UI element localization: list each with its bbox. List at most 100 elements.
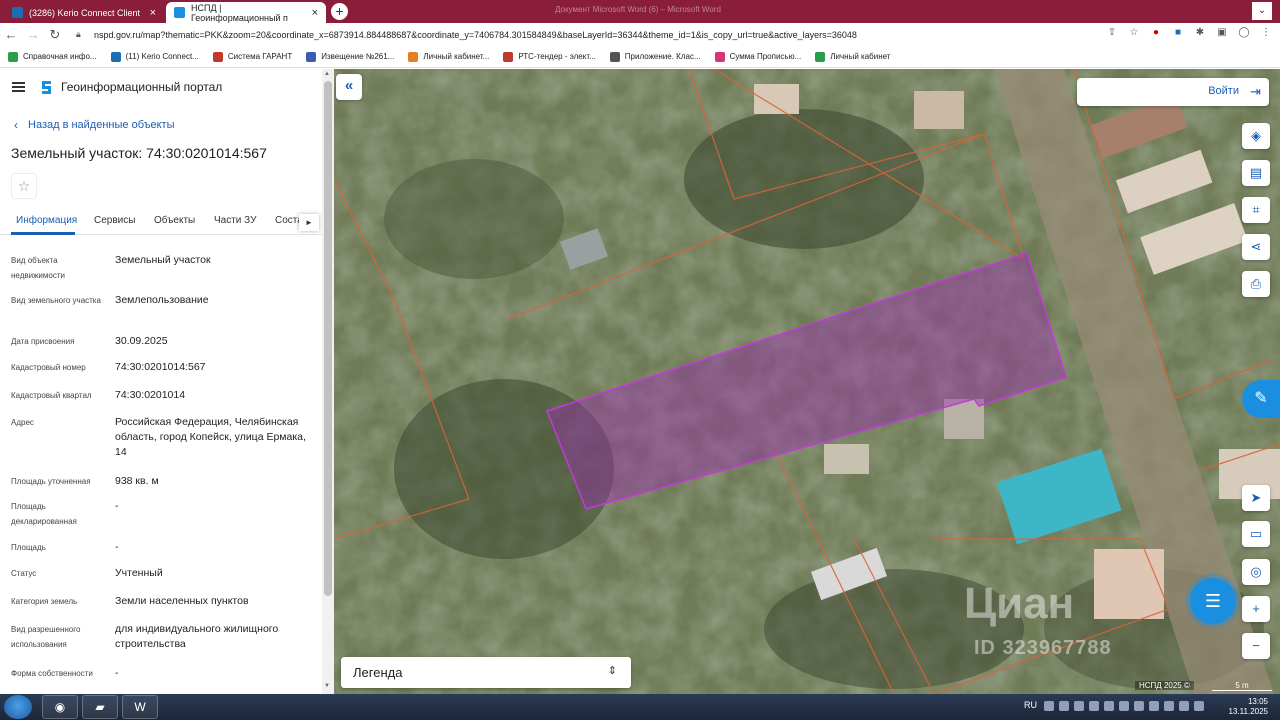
tray-icon[interactable] bbox=[1044, 701, 1054, 711]
tray-icon[interactable] bbox=[1134, 701, 1144, 711]
favorite-star-button[interactable]: ☆ bbox=[11, 173, 37, 199]
chrome-taskbar-icon[interactable]: ◉ bbox=[42, 695, 78, 719]
field-value: 74:30:0201014 bbox=[115, 389, 186, 401]
new-tab-button[interactable]: + bbox=[331, 3, 348, 20]
profile-icon[interactable]: ◯ bbox=[1238, 27, 1250, 39]
back-label: Назад в найденные объекты bbox=[28, 119, 175, 131]
menu-dots-icon[interactable]: ⋮ bbox=[1260, 27, 1272, 39]
zoom-to-point-icon[interactable]: ◎ bbox=[1242, 559, 1270, 585]
tray-icon[interactable] bbox=[1149, 701, 1159, 711]
tab-kerio[interactable]: (3286) Kerio Connect Client × bbox=[4, 2, 164, 23]
chat-button[interactable]: ☰ bbox=[1190, 578, 1236, 624]
bookmark-favicon-icon bbox=[306, 51, 317, 62]
tab-parts[interactable]: Части ЗУ bbox=[214, 215, 256, 226]
login-label: Войти bbox=[1208, 85, 1239, 97]
tray-icon[interactable] bbox=[1059, 701, 1069, 711]
info-tabs: Информация Сервисы Объекты Части ЗУ Сост… bbox=[0, 209, 322, 235]
bookmark-item[interactable]: Приложение. Клас... bbox=[609, 51, 701, 62]
bookmark-item[interactable]: Личный кабинет... bbox=[408, 51, 489, 62]
bookmark-item[interactable]: Система ГАРАНТ bbox=[212, 51, 293, 62]
reload-icon[interactable]: ↻ bbox=[44, 27, 66, 43]
ruler-icon[interactable]: ▤ bbox=[1242, 160, 1270, 186]
tray-icon[interactable] bbox=[1119, 701, 1129, 711]
bookmark-item[interactable]: Сумма Прописью... bbox=[714, 51, 801, 62]
bookmark-favicon-icon bbox=[110, 51, 121, 62]
window-title: Документ Microsoft Word (6) – Microsoft … bbox=[555, 5, 721, 14]
bookmarks-bar: Справочная инфо... (11) Kerio Connect... С… bbox=[0, 46, 1280, 68]
collapse-panel-button[interactable]: « bbox=[336, 74, 362, 100]
nspd-icon bbox=[174, 7, 185, 18]
bookmark-item[interactable]: РТС-тендер - элект... bbox=[503, 51, 596, 62]
bookmark-favicon-icon bbox=[212, 51, 223, 62]
zoom-in-button[interactable]: + bbox=[1242, 596, 1270, 622]
select-area-icon[interactable]: ⌗ bbox=[1242, 197, 1270, 223]
forward-arrow-icon[interactable]: → bbox=[22, 27, 44, 42]
clock[interactable]: 13:05 13.11.2025 bbox=[1229, 697, 1268, 717]
sidebar-icon[interactable]: ▣ bbox=[1216, 27, 1228, 39]
back-arrow-icon[interactable]: ← bbox=[0, 27, 22, 42]
scroll-up-arrow-icon[interactable]: ▲ bbox=[324, 71, 330, 77]
tray-icon[interactable] bbox=[1104, 701, 1114, 711]
extension-icon[interactable]: ● bbox=[1150, 27, 1162, 39]
clock-time: 13:05 bbox=[1247, 697, 1268, 706]
bookmark-favicon-icon bbox=[503, 51, 514, 62]
bookmark-item[interactable]: Личный кабинет bbox=[815, 51, 890, 62]
tray-icon[interactable] bbox=[1194, 701, 1204, 711]
field-value: - bbox=[115, 667, 119, 679]
start-button[interactable] bbox=[4, 695, 32, 719]
bookmark-label: Система ГАРАНТ bbox=[227, 52, 293, 61]
object-title: Земельный участок: 74:30:0201014:567 bbox=[11, 145, 267, 161]
field-label: Вид объекта недвижимости bbox=[11, 256, 65, 280]
explorer-taskbar-icon[interactable]: ▰ bbox=[82, 695, 118, 719]
back-to-results-link[interactable]: ‹ Назад в найденные объекты bbox=[14, 118, 175, 132]
geolocation-icon[interactable]: ➤ bbox=[1242, 485, 1270, 511]
bookmark-label: Извещение №261... bbox=[321, 52, 395, 61]
minimap-icon[interactable]: ▭ bbox=[1242, 521, 1270, 547]
tab-nspd[interactable]: НСПД | Геоинформационный п × bbox=[166, 2, 326, 23]
scrollbar-thumb[interactable] bbox=[324, 81, 332, 596]
portal-logo-icon bbox=[42, 81, 51, 94]
share-icon[interactable]: ⇪ bbox=[1106, 27, 1118, 39]
tray-icon[interactable] bbox=[1164, 701, 1174, 711]
bookmark-star-icon[interactable]: ☆ bbox=[1128, 27, 1140, 39]
tab-label: (3286) Kerio Connect Client bbox=[29, 7, 141, 18]
legend-dropdown[interactable]: Легенда ⇕ bbox=[341, 657, 631, 688]
close-icon[interactable]: × bbox=[312, 7, 318, 19]
chevron-left-icon: ‹ bbox=[14, 118, 18, 132]
map-view[interactable]: « Войти ⇥ ◈ ▤ ⌗ ⋖ ⎙ ✎ ➤ ▭ ◎ + − ☰ Циан I… bbox=[334, 69, 1280, 694]
feedback-chat-tab[interactable]: ✎ bbox=[1242, 380, 1280, 418]
login-button[interactable]: Войти ⇥ bbox=[1077, 78, 1269, 106]
zoom-out-button[interactable]: − bbox=[1242, 633, 1270, 659]
tray-icon[interactable] bbox=[1089, 701, 1099, 711]
scroll-down-arrow-icon[interactable]: ▼ bbox=[324, 683, 330, 689]
object-info-panel: Геоинформационный портал ‹ Назад в найде… bbox=[0, 69, 334, 694]
bookmark-item[interactable]: (11) Kerio Connect... bbox=[110, 51, 199, 62]
tab-objects[interactable]: Объекты bbox=[154, 215, 195, 226]
bookmark-item[interactable]: Извещение №261... bbox=[306, 51, 395, 62]
field-value: Учтенный bbox=[115, 567, 163, 579]
layers-icon[interactable]: ◈ bbox=[1242, 123, 1270, 149]
extension-icon-2[interactable]: ■ bbox=[1172, 27, 1184, 39]
share-map-icon[interactable]: ⋖ bbox=[1242, 234, 1270, 260]
print-icon[interactable]: ⎙ bbox=[1242, 271, 1270, 297]
url-field[interactable]: 🔒︎ nspd.gov.ru/map?thematic=PKK&zoom=20&… bbox=[76, 26, 1096, 43]
tab-information[interactable]: Информация bbox=[16, 215, 77, 226]
bookmark-favicon-icon bbox=[8, 51, 18, 62]
bookmark-item[interactable]: Справочная инфо... bbox=[8, 51, 97, 62]
watermark-id: ID 323967788 bbox=[974, 637, 1112, 659]
close-icon[interactable]: × bbox=[150, 7, 156, 19]
window-controls: ⌄ bbox=[1252, 2, 1272, 20]
field-label: Дата присвоения bbox=[11, 337, 75, 346]
language-indicator[interactable]: RU bbox=[1024, 700, 1037, 710]
field-value: Российская Федерация, Челябинская област… bbox=[115, 416, 306, 458]
tab-search-icon[interactable]: ⌄ bbox=[1252, 2, 1272, 20]
menu-icon[interactable] bbox=[12, 82, 25, 92]
tray-icon[interactable] bbox=[1179, 701, 1189, 711]
panel-scrollbar[interactable]: ▲ ▼ bbox=[322, 69, 334, 694]
tray-icon[interactable] bbox=[1074, 701, 1084, 711]
bookmark-favicon-icon bbox=[714, 51, 725, 62]
tab-services[interactable]: Сервисы bbox=[94, 215, 135, 226]
word-taskbar-icon[interactable]: W bbox=[122, 695, 158, 719]
tabs-scroll-right-button[interactable]: ► bbox=[299, 214, 319, 231]
extensions-puzzle-icon[interactable]: ✱ bbox=[1194, 27, 1206, 39]
